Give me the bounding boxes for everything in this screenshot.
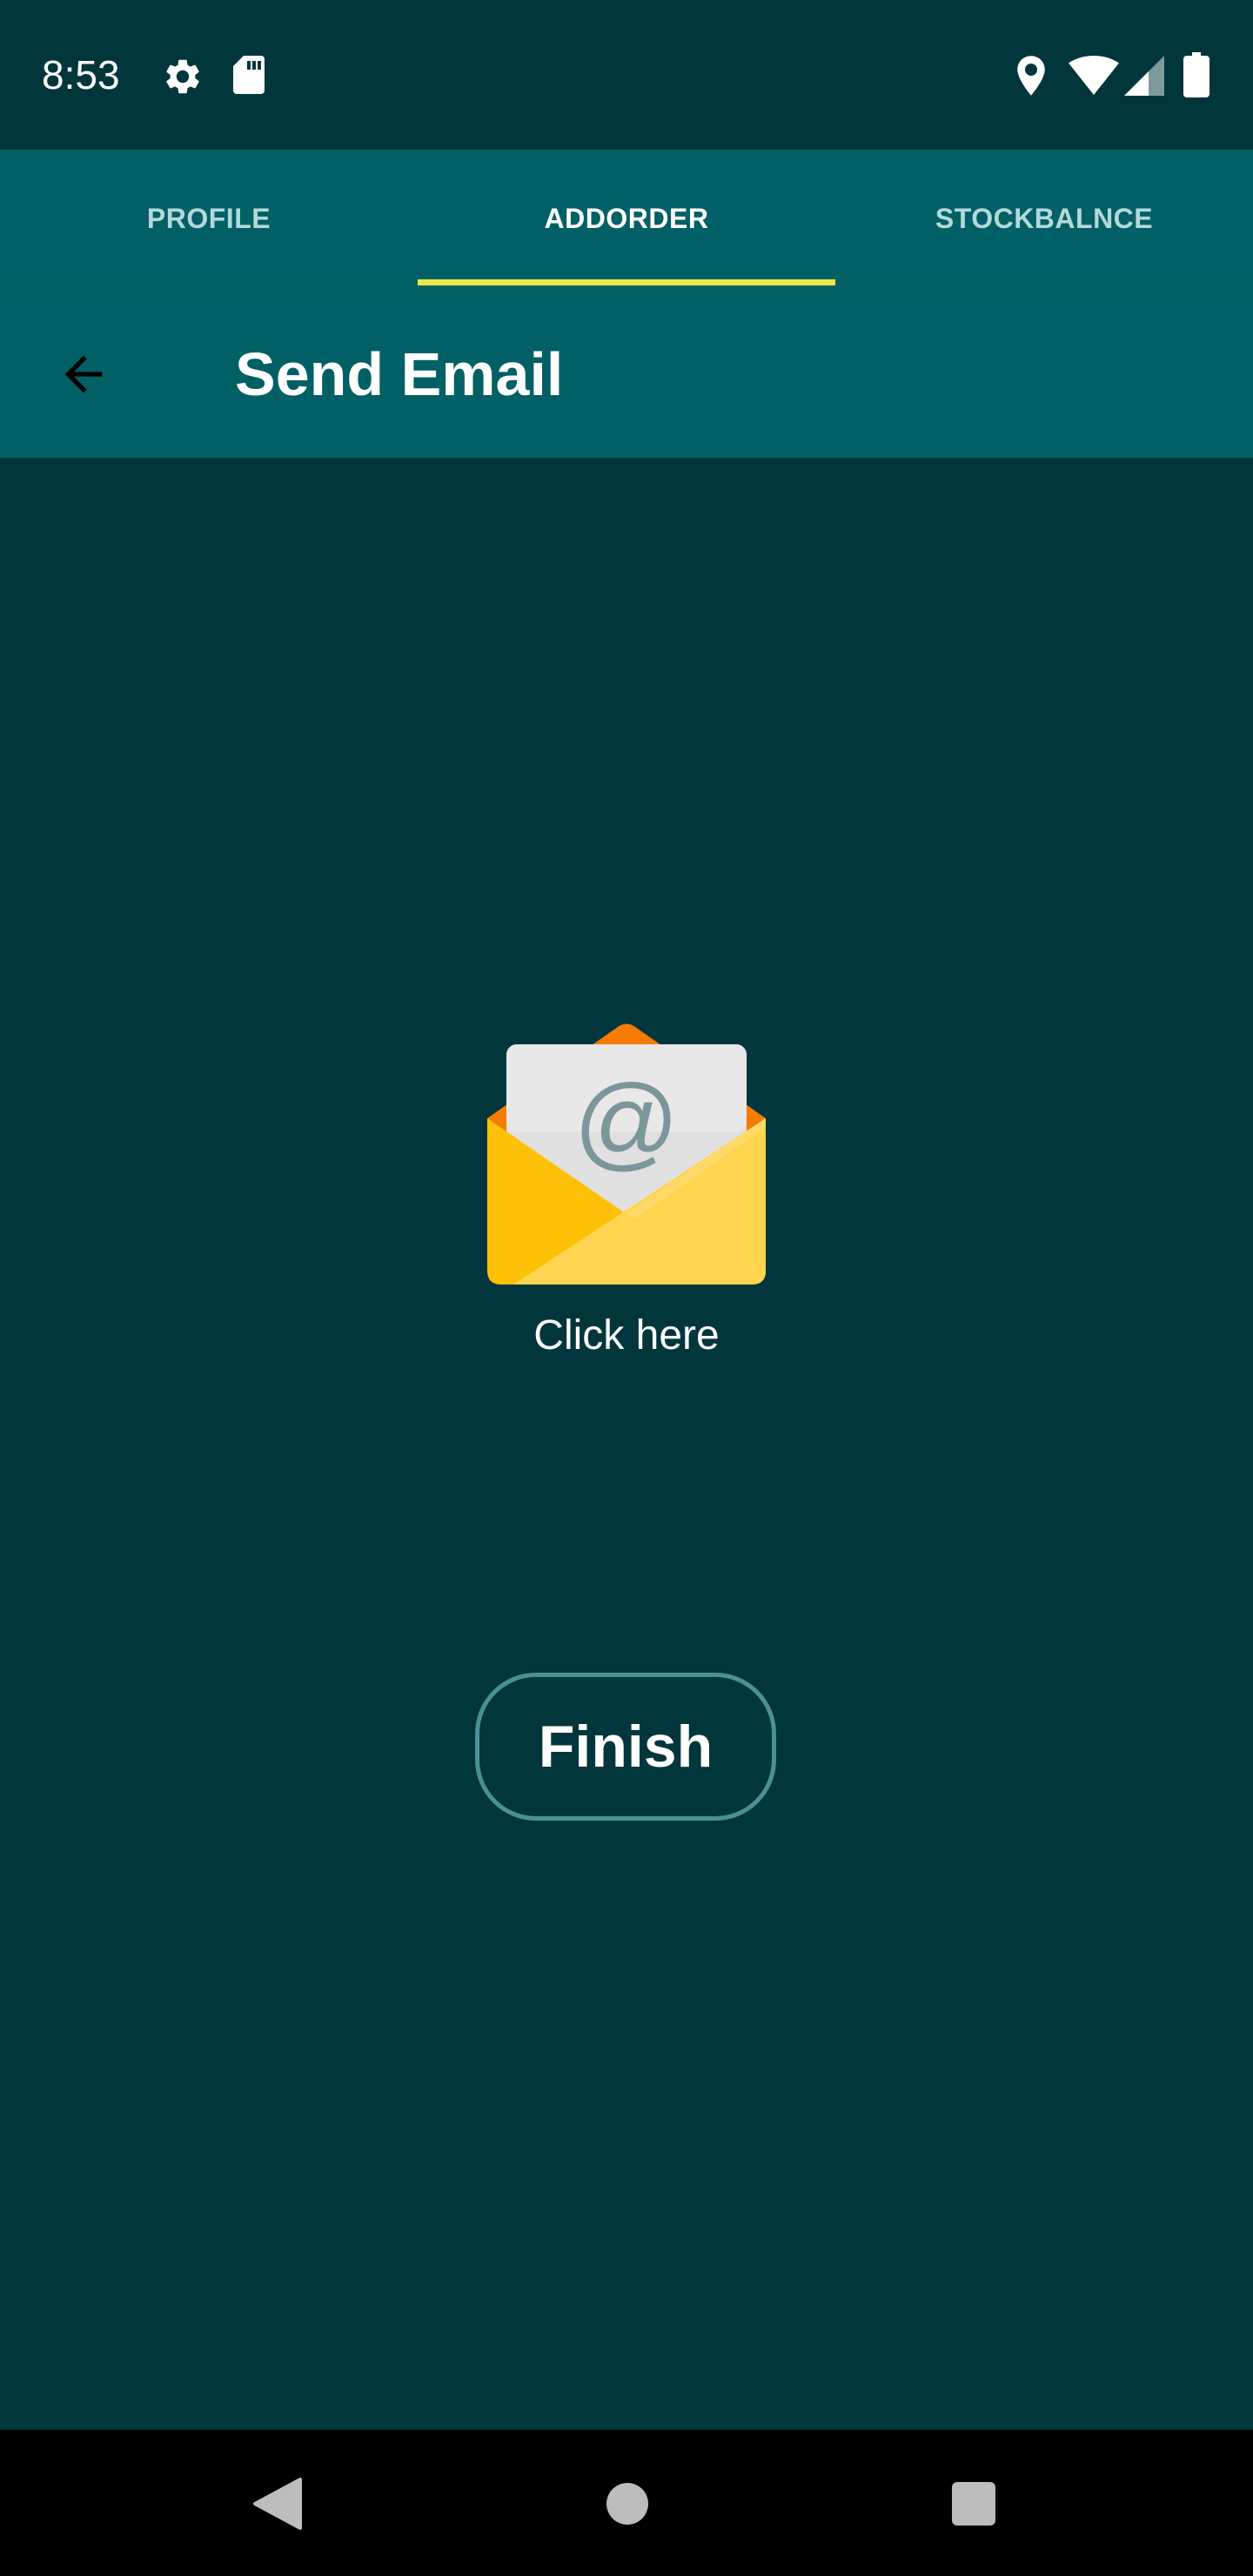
sd-card-icon: [233, 56, 265, 94]
tab-addorder-label: ADDORDER: [544, 202, 709, 234]
nav-home-button[interactable]: [588, 2465, 667, 2543]
wifi-icon: [1069, 56, 1119, 95]
tab-stockbalnce[interactable]: STOCKBALNCE: [835, 150, 1253, 287]
tab-profile[interactable]: PROFILE: [0, 150, 418, 287]
click-here-label: Click here: [533, 1312, 720, 1358]
back-button[interactable]: [42, 332, 125, 416]
nav-recents-button[interactable]: [935, 2465, 1013, 2543]
recents-square-icon: [952, 2482, 995, 2526]
tab-stockbalnce-label: STOCKBALNCE: [935, 202, 1154, 234]
app-bar: Send Email: [0, 287, 1253, 458]
tab-bar: PROFILE ADDORDER STOCKBALNCE: [0, 150, 1253, 287]
tab-profile-label: PROFILE: [146, 202, 271, 234]
signal-icon: [1124, 56, 1164, 96]
home-circle-icon: [606, 2483, 648, 2525]
location-icon: [1017, 56, 1045, 96]
gear-icon: [166, 59, 199, 94]
status-time: 8:53: [42, 52, 120, 97]
page-title: Send Email: [235, 340, 564, 408]
navigation-bar: [0, 2430, 1253, 2576]
tab-addorder[interactable]: ADDORDER: [418, 150, 835, 287]
status-bar: 8:53: [0, 0, 1253, 150]
tab-indicator: [418, 279, 835, 285]
finish-button[interactable]: Finish: [475, 1673, 776, 1821]
email-envelope-icon: @: [487, 1023, 766, 1285]
email-action[interactable]: @ Click here: [470, 1018, 783, 1375]
svg-text:@: @: [573, 1063, 680, 1180]
nav-back-button[interactable]: [238, 2465, 317, 2543]
arrow-left-icon: [64, 355, 103, 393]
back-triangle-icon: [253, 2478, 302, 2530]
screen: 8:53 PROFILE ADDORDER STOCKBALNCE Send E…: [0, 0, 1253, 2576]
battery-icon: [1183, 52, 1209, 97]
